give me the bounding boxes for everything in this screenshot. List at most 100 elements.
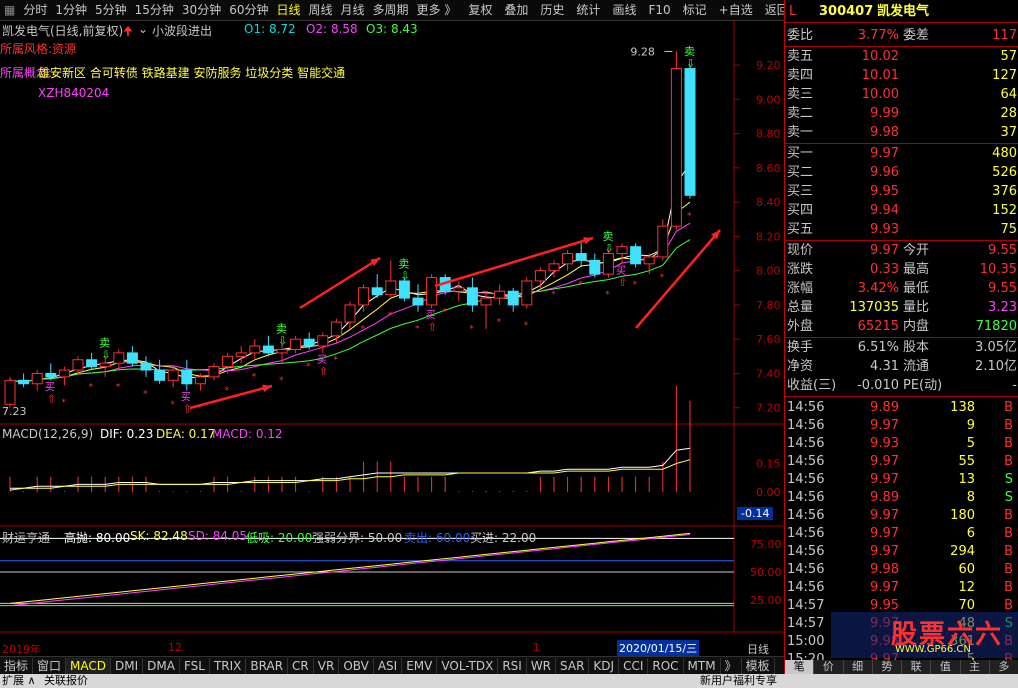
sar-dot: * bbox=[361, 325, 366, 335]
stat-value-2: 71820 bbox=[975, 319, 1017, 334]
arrow-up-icon: ⇧ bbox=[618, 276, 627, 289]
quote-tab-4[interactable]: 联 bbox=[902, 660, 932, 674]
ask-volume: 64 bbox=[1000, 87, 1017, 102]
toolbar-btn-7[interactable]: +自选 bbox=[715, 0, 757, 20]
ask-label: 卖四 bbox=[787, 68, 814, 83]
arrow-up-icon[interactable]: 🠉 bbox=[123, 22, 133, 43]
period-tab-3[interactable]: 15分钟 bbox=[131, 0, 178, 20]
chevron-down-icon[interactable]: ⌄ bbox=[138, 22, 148, 36]
indicator-tab-19[interactable]: ROC bbox=[648, 657, 684, 674]
indicator-tab-21[interactable]: 》 bbox=[721, 657, 742, 674]
sar-dot: * bbox=[333, 355, 338, 365]
candle-body bbox=[453, 287, 465, 292]
quote-tab-7[interactable]: 多 bbox=[989, 660, 1018, 674]
new-user-promo[interactable]: 新用户福利专享 bbox=[700, 674, 777, 688]
indicator-tab-11[interactable]: ASI bbox=[374, 657, 403, 674]
arrow-up-icon: ⇧ bbox=[183, 403, 192, 416]
indicator-tab-8[interactable]: CR bbox=[288, 657, 314, 674]
indicator-tab-14[interactable]: RSI bbox=[498, 657, 527, 674]
indicator-tab-22[interactable]: 模板 bbox=[742, 657, 775, 674]
period-tab-2[interactable]: 5分钟 bbox=[91, 0, 131, 20]
status-bar: 扩展 ∧ 关联报价 新用户福利专享 bbox=[0, 674, 1018, 688]
candle-body bbox=[466, 287, 478, 306]
candle-body bbox=[398, 280, 410, 299]
sar-dot: * bbox=[89, 383, 94, 393]
period-tab-7[interactable]: 周线 bbox=[305, 0, 337, 20]
indicator-tab-6[interactable]: TRIX bbox=[210, 657, 247, 674]
tick-price: 9.97 bbox=[870, 526, 899, 541]
toolbar-btn-2[interactable]: 历史 bbox=[536, 0, 568, 20]
related-quote-button[interactable]: 关联报价 bbox=[44, 674, 88, 688]
period-tab-5[interactable]: 60分钟 bbox=[225, 0, 272, 20]
quote-tab-2[interactable]: 细 bbox=[843, 660, 873, 674]
indicator-tab-7[interactable]: BRAR bbox=[246, 657, 289, 674]
candle-body bbox=[181, 369, 193, 385]
quote-tab-0[interactable]: 笔 bbox=[785, 660, 815, 674]
indicator-tab-10[interactable]: OBV bbox=[339, 657, 374, 674]
candle bbox=[58, 366, 70, 386]
stat-label: 涨幅 bbox=[787, 281, 814, 296]
indicator-tab-13[interactable]: VOL-TDX bbox=[437, 657, 499, 674]
indicator-tab-5[interactable]: FSL bbox=[180, 657, 210, 674]
price-axis-label: 8.20 bbox=[756, 230, 781, 243]
indicator-tab-17[interactable]: KDJ bbox=[589, 657, 620, 674]
indicator-tab-4[interactable]: DMA bbox=[143, 657, 180, 674]
candle-body bbox=[643, 256, 655, 265]
indicator-tab-1[interactable]: 窗口 bbox=[33, 657, 67, 674]
stat-row: 总量 137035 量比 3.23 bbox=[785, 298, 1018, 317]
indicator-tab-20[interactable]: MTM bbox=[684, 657, 721, 674]
indicator-tab-12[interactable]: EMV bbox=[402, 657, 438, 674]
toolbar-btn-6[interactable]: 标记 bbox=[679, 0, 711, 20]
fund-value: 6.51% bbox=[857, 340, 899, 355]
period-tab-4[interactable]: 30分钟 bbox=[178, 0, 225, 20]
quote-tab-5[interactable]: 值 bbox=[931, 660, 961, 674]
period-tab-6[interactable]: 日线 bbox=[272, 0, 304, 20]
stat-value-2: 3.23 bbox=[988, 300, 1017, 315]
tick-side: B bbox=[1004, 436, 1013, 451]
indicator-tab-18[interactable]: CCI bbox=[619, 657, 649, 674]
quote-tab-3[interactable]: 势 bbox=[872, 660, 902, 674]
quote-header: L 300407 凯发电气 bbox=[785, 2, 1018, 21]
macd-value: MACD: 0.12 bbox=[212, 427, 283, 441]
quote-tab-1[interactable]: 价 bbox=[814, 660, 844, 674]
indicator-tab-15[interactable]: WR bbox=[527, 657, 557, 674]
period-tab-1[interactable]: 1分钟 bbox=[51, 0, 91, 20]
expand-button[interactable]: 扩展 ∧ bbox=[2, 674, 36, 688]
candle-body bbox=[670, 68, 682, 227]
candle bbox=[154, 359, 166, 384]
bid-row: 买五 9.93 75 bbox=[785, 220, 1018, 239]
code-label: XZH840204 bbox=[38, 86, 110, 100]
tick-volume: 5 bbox=[966, 436, 975, 451]
indicator-tab-9[interactable]: VR bbox=[314, 657, 340, 674]
indicator-tab-2[interactable]: MACD bbox=[66, 657, 112, 674]
toolbar-btn-5[interactable]: F10 bbox=[644, 0, 674, 20]
toolbar-btn-1[interactable]: 叠加 bbox=[500, 0, 532, 20]
stat-label-2: 量比 bbox=[903, 300, 930, 315]
indicator-tab-3[interactable]: DMI bbox=[111, 657, 144, 674]
toolbar-btn-3[interactable]: 统计 bbox=[572, 0, 604, 20]
period-tab-8[interactable]: 月线 bbox=[337, 0, 369, 20]
stat-value: 65215 bbox=[857, 319, 899, 334]
indicator-tab-0[interactable]: 指标 bbox=[0, 657, 34, 674]
tick-price: 9.89 bbox=[870, 400, 899, 415]
period-tab-10[interactable]: 更多 》 bbox=[413, 0, 461, 20]
grid-icon[interactable]: ▦ bbox=[0, 0, 19, 20]
bid-label: 买二 bbox=[787, 165, 814, 180]
price-axis-label: 7.20 bbox=[756, 402, 781, 415]
candle-body bbox=[249, 345, 261, 354]
price-axis-label: 9.00 bbox=[756, 93, 781, 106]
indicator-name[interactable]: 小波段进出 bbox=[152, 22, 212, 39]
indicator-tab-16[interactable]: SAR bbox=[556, 657, 590, 674]
fund-label: 换手 bbox=[787, 340, 814, 355]
ask-volume: 28 bbox=[1000, 106, 1017, 121]
toolbar-btn-4[interactable]: 画线 bbox=[608, 0, 640, 20]
kline-chart-svg[interactable]: 9.20 9.00 8.80 8.60 8.40 8.20 8.00 7.80 7.60 7.40… bbox=[0, 20, 784, 654]
chart-area[interactable]: 9.20 9.00 8.80 8.60 8.40 8.20 8.00 7.80 7.60 7.40… bbox=[0, 20, 784, 656]
candle-body bbox=[208, 366, 220, 378]
period-tab-9[interactable]: 多周期 bbox=[369, 0, 413, 20]
ask-row: 卖三 10.00 64 bbox=[785, 85, 1018, 104]
quote-tab-6[interactable]: 主 bbox=[960, 660, 990, 674]
price-axis-label: 8.00 bbox=[756, 265, 781, 278]
period-tab-0[interactable]: 分时 bbox=[19, 0, 51, 20]
toolbar-btn-0[interactable]: 复权 bbox=[464, 0, 496, 20]
